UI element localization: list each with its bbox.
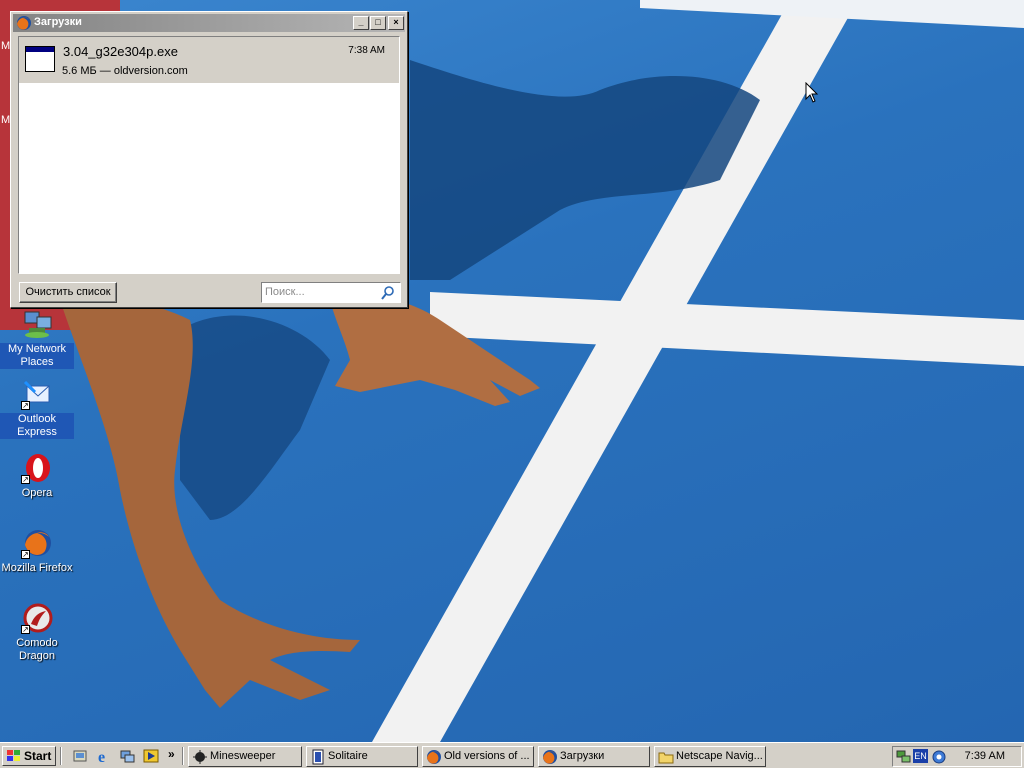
solitaire-icon [310,749,326,765]
show-desktop-icon[interactable] [72,748,88,764]
firefox-icon [16,15,32,31]
language-indicator[interactable]: EN [913,749,928,763]
task-label: Minesweeper [210,750,276,762]
desktop-icon-label: Opera [21,487,53,499]
mouse-cursor-icon [805,81,819,107]
task-label: Загрузки [560,750,605,762]
opera-icon: ↗ [21,452,53,484]
comodo-dragon-icon: ↗ [21,602,53,634]
folder-icon [658,749,674,765]
minimize-button[interactable]: _ [353,16,369,30]
svg-text:e: e [98,749,105,764]
desktop-icon-label: Comodo Dragon [16,637,58,662]
firefox-icon: ↗ [21,527,53,559]
download-time: 7:38 AM [348,45,385,56]
firefox-icon [542,749,558,765]
download-size-source: 5.6 МБ — oldversion.com [62,65,188,77]
shortcut-arrow-icon: ↗ [21,550,30,559]
windows-logo-icon [6,749,22,763]
shortcut-arrow-icon: ↗ [21,401,30,410]
search-field[interactable] [261,282,401,303]
partial-icon-label: M [1,114,11,126]
shortcut-arrow-icon: ↗ [21,475,30,484]
taskbar-separator [182,747,184,765]
search-input[interactable] [265,285,377,299]
desktop-icon-mozilla-firefox[interactable]: ↗ Mozilla Firefox [0,527,74,575]
desktop-icon-label: Mozilla Firefox [1,562,73,574]
desktop-icon-opera[interactable]: ↗ Opera [0,452,74,500]
download-filename: 3.04_g32e304p.exe [63,44,178,59]
clear-list-button[interactable]: Очистить список [19,282,117,303]
desktop-icon-label: My Network Places [0,343,74,369]
maximize-button[interactable]: □ [370,16,386,30]
start-button[interactable]: Start [2,746,56,766]
system-tray: EN 7:39 AM [892,746,1022,767]
firefox-icon [426,749,442,765]
task-netscape-navigator[interactable]: Netscape Navig... [654,746,766,767]
window-title: Загрузки [34,16,82,28]
task-minesweeper[interactable]: Minesweeper [188,746,302,767]
tray-network-icon[interactable] [896,749,912,765]
taskbar-separator [60,747,62,765]
task-old-versions[interactable]: Old versions of ... [422,746,534,767]
task-solitaire[interactable]: Solitaire [306,746,418,767]
downloads-window: Загрузки _ □ × 3.04_g32e304p.exe 5.6 МБ … [10,11,408,308]
network-icon[interactable] [119,748,135,764]
desktop-icon-my-network-places[interactable]: My Network Places [0,308,74,369]
downloads-list[interactable]: 3.04_g32e304p.exe 5.6 МБ — oldversion.co… [18,36,400,274]
task-label: Netscape Navig... [676,750,763,762]
download-item[interactable]: 3.04_g32e304p.exe 5.6 МБ — oldversion.co… [19,37,399,83]
executable-file-icon [25,46,55,72]
window-titlebar[interactable]: Загрузки _ □ × [13,14,405,32]
media-icon[interactable] [143,748,159,764]
network-places-icon [21,308,53,340]
taskbar-clock[interactable]: 7:39 AM [965,750,1005,762]
desktop-icon-comodo-dragon[interactable]: ↗ Comodo Dragon [0,602,74,663]
outlook-express-icon: ↗ [21,378,53,410]
task-downloads[interactable]: Загрузки [538,746,650,767]
minesweeper-icon [192,749,208,765]
tray-status-icon[interactable] [931,749,947,765]
quick-launch-chevron[interactable]: » [168,747,175,761]
search-icon[interactable] [380,285,396,301]
internet-explorer-icon[interactable]: e [96,748,112,766]
taskbar: Start e » Minesweeper Solitaire Old vers… [0,742,1024,768]
desktop-icon-outlook-express[interactable]: ↗ Outlook Express [0,378,74,439]
partial-icon-label: M [1,40,11,52]
desktop-icon-label: Outlook Express [0,413,74,439]
close-button[interactable]: × [388,16,404,30]
task-label: Old versions of ... [444,750,530,762]
shortcut-arrow-icon: ↗ [21,625,30,634]
start-label: Start [24,749,52,763]
task-label: Solitaire [328,750,368,762]
